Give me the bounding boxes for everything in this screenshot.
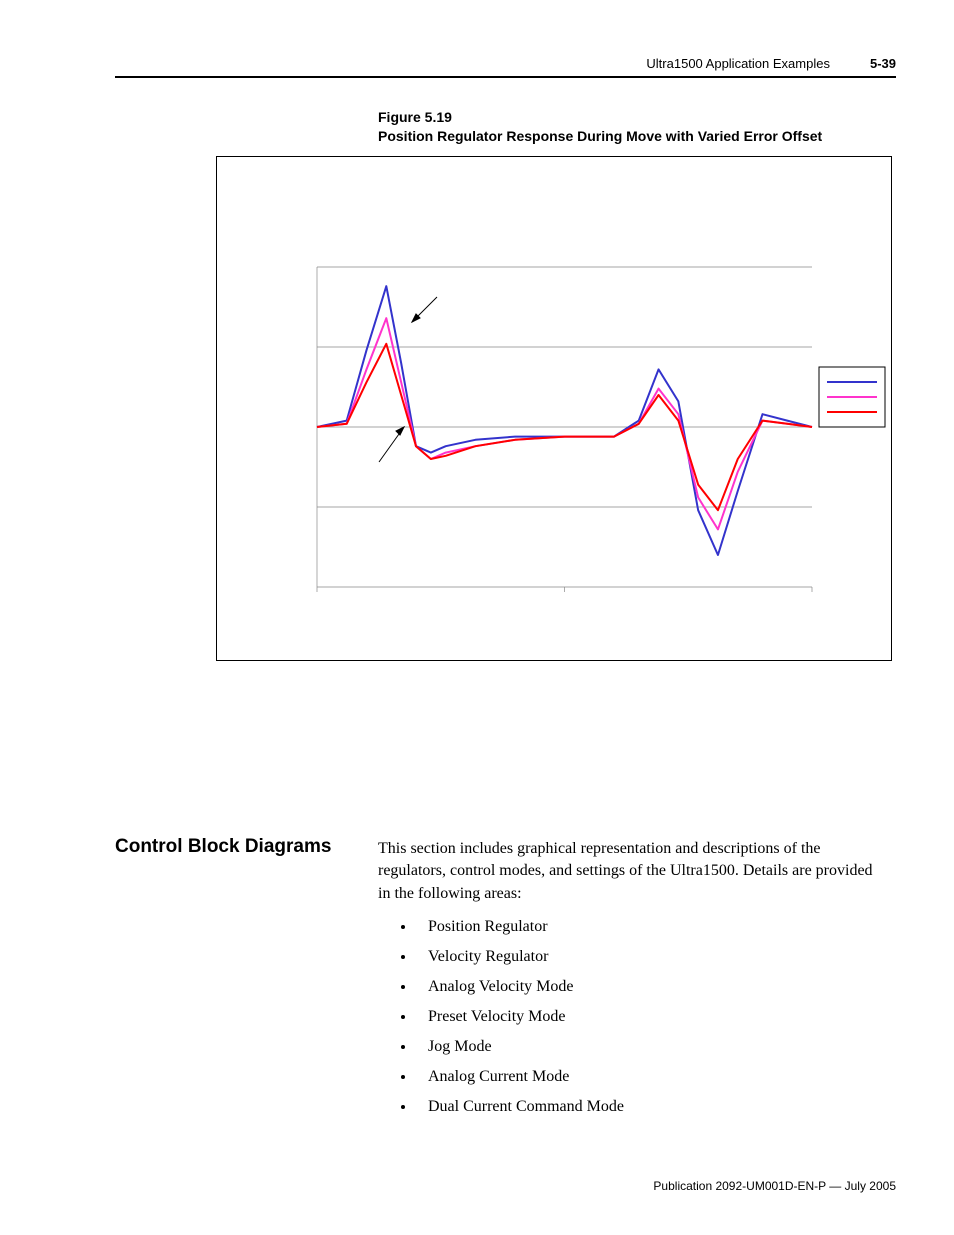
list-item: Position Regulator xyxy=(416,918,906,936)
header-rule xyxy=(115,76,896,78)
figure-label: Figure 5.19 xyxy=(378,108,822,127)
chart-svg xyxy=(217,157,891,660)
list-item: Preset Velocity Mode xyxy=(416,1008,906,1026)
list-item: Analog Velocity Mode xyxy=(416,978,906,996)
page-header: Ultra1500 Application Examples 5-39 xyxy=(115,56,896,71)
figure-caption: Figure 5.19 Position Regulator Response … xyxy=(378,108,822,146)
figure-title: Position Regulator Response During Move … xyxy=(378,127,822,146)
list-item: Jog Mode xyxy=(416,1038,906,1056)
list-item: Analog Current Mode xyxy=(416,1068,906,1086)
section-list: Position Regulator Velocity Regulator An… xyxy=(398,918,906,1128)
section-heading: Control Block Diagrams xyxy=(115,836,331,858)
footer-publication: Publication 2092-UM001D-EN-P — July 2005 xyxy=(653,1179,896,1193)
list-item: Dual Current Command Mode xyxy=(416,1098,906,1116)
section-intro: This section includes graphical represen… xyxy=(378,838,888,905)
page-number: 5-39 xyxy=(870,56,896,71)
header-title: Ultra1500 Application Examples xyxy=(646,56,830,71)
chart-container xyxy=(216,156,892,661)
list-item: Velocity Regulator xyxy=(416,948,906,966)
